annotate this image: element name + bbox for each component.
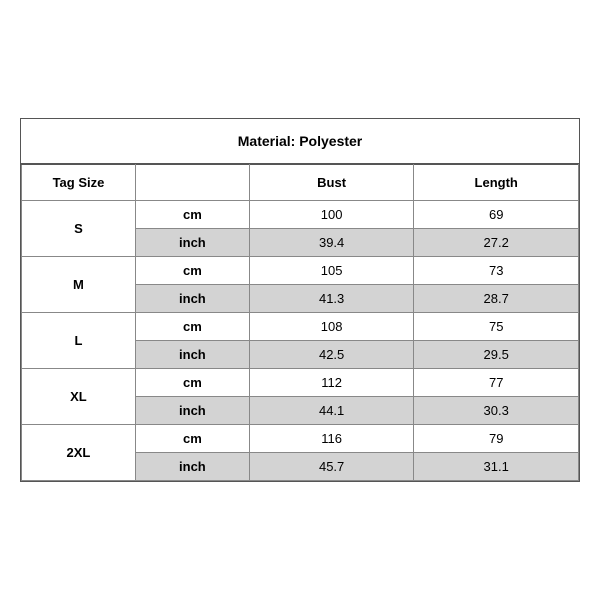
bust-inch: 42.5 bbox=[249, 341, 414, 369]
size-label: XL bbox=[22, 369, 136, 425]
unit-inch: inch bbox=[135, 453, 249, 481]
unit-inch: inch bbox=[135, 397, 249, 425]
table-header: Tag Size Bust Length bbox=[22, 165, 579, 201]
unit-cm: cm bbox=[135, 257, 249, 285]
length-cm: 73 bbox=[414, 257, 579, 285]
col-unit-header bbox=[135, 165, 249, 201]
col-bust: Bust bbox=[249, 165, 414, 201]
table-row: L cm 108 75 bbox=[22, 313, 579, 341]
table-row: XL cm 112 77 bbox=[22, 369, 579, 397]
length-inch: 30.3 bbox=[414, 397, 579, 425]
length-inch: 31.1 bbox=[414, 453, 579, 481]
table-body: S cm 100 69 inch 39.4 27.2 M cm 105 73 i… bbox=[22, 201, 579, 481]
bust-cm: 112 bbox=[249, 369, 414, 397]
bust-inch: 39.4 bbox=[249, 229, 414, 257]
unit-cm: cm bbox=[135, 425, 249, 453]
bust-inch: 41.3 bbox=[249, 285, 414, 313]
bust-inch: 44.1 bbox=[249, 397, 414, 425]
size-label: 2XL bbox=[22, 425, 136, 481]
length-inch: 27.2 bbox=[414, 229, 579, 257]
size-label: S bbox=[22, 201, 136, 257]
bust-cm: 100 bbox=[249, 201, 414, 229]
col-length: Length bbox=[414, 165, 579, 201]
length-cm: 75 bbox=[414, 313, 579, 341]
bust-cm: 108 bbox=[249, 313, 414, 341]
bust-inch: 45.7 bbox=[249, 453, 414, 481]
size-table: Tag Size Bust Length S cm 100 69 inch 39… bbox=[21, 164, 579, 481]
table-row: M cm 105 73 bbox=[22, 257, 579, 285]
unit-cm: cm bbox=[135, 313, 249, 341]
table-row: 2XL cm 116 79 bbox=[22, 425, 579, 453]
bust-cm: 116 bbox=[249, 425, 414, 453]
chart-title: Material: Polyester bbox=[21, 119, 579, 164]
length-cm: 77 bbox=[414, 369, 579, 397]
col-tag-size: Tag Size bbox=[22, 165, 136, 201]
size-label: M bbox=[22, 257, 136, 313]
size-chart-container: Material: Polyester Tag Size Bust Length… bbox=[20, 118, 580, 482]
length-inch: 29.5 bbox=[414, 341, 579, 369]
bust-cm: 105 bbox=[249, 257, 414, 285]
table-row: S cm 100 69 bbox=[22, 201, 579, 229]
unit-cm: cm bbox=[135, 201, 249, 229]
unit-inch: inch bbox=[135, 285, 249, 313]
size-label: L bbox=[22, 313, 136, 369]
unit-cm: cm bbox=[135, 369, 249, 397]
length-cm: 69 bbox=[414, 201, 579, 229]
length-inch: 28.7 bbox=[414, 285, 579, 313]
unit-inch: inch bbox=[135, 341, 249, 369]
unit-inch: inch bbox=[135, 229, 249, 257]
length-cm: 79 bbox=[414, 425, 579, 453]
